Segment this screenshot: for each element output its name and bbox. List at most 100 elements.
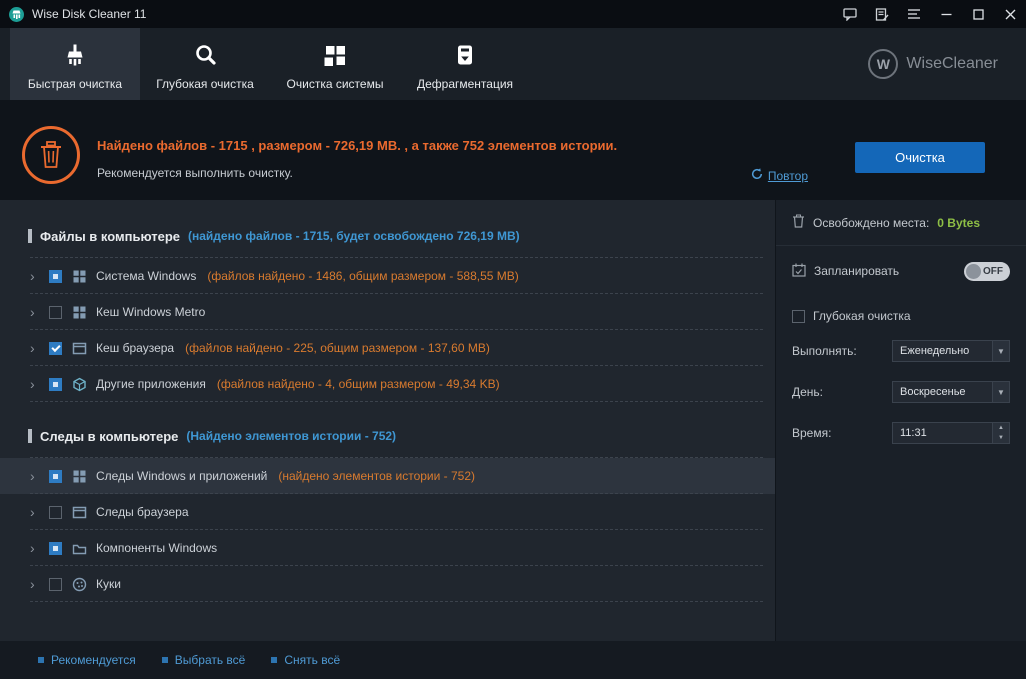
select-all-link[interactable]: Выбрать всё xyxy=(161,653,246,667)
windows-components-icon xyxy=(71,541,87,556)
row-checkbox[interactable] xyxy=(49,577,62,591)
toggle-state-label: OFF xyxy=(983,265,1003,277)
day-field: День: Воскресенье ▼ xyxy=(776,381,1026,403)
app-logo-icon xyxy=(8,6,25,23)
time-input[interactable]: 11:31 ▲ ▼ xyxy=(892,422,1010,444)
browser-cache-icon xyxy=(71,341,87,356)
tree-row[interactable]: › Система Windows (файлов найдено - 1486… xyxy=(0,258,775,294)
row-checkbox[interactable] xyxy=(49,377,62,391)
system-clean-icon xyxy=(321,39,349,71)
expand-chevron-icon[interactable]: › xyxy=(30,541,40,555)
expand-chevron-icon[interactable]: › xyxy=(30,305,40,319)
recommended-link[interactable]: Рекомендуется xyxy=(38,653,136,667)
trash-circle-icon xyxy=(22,126,80,184)
section-annotation: (Найдено элементов истории - 752) xyxy=(186,429,397,443)
checkup-icon[interactable] xyxy=(866,0,898,28)
tree-row[interactable]: › Кеш браузера (файлов найдено - 225, об… xyxy=(0,330,775,366)
brand-name: WiseCleaner xyxy=(906,55,998,72)
chevron-down-icon[interactable]: ▼ xyxy=(992,382,1009,402)
brand-circle-icon: W xyxy=(868,49,899,79)
row-label: Следы Windows и приложений xyxy=(96,469,268,483)
refresh-icon xyxy=(751,168,763,183)
tab-defrag[interactable]: Дефрагментация xyxy=(400,28,530,100)
row-checkbox[interactable] xyxy=(49,505,62,519)
tab-label: Глубокая очистка xyxy=(156,77,254,91)
section-annotation: (найдено файлов - 1715, будет освобожден… xyxy=(188,229,520,243)
clean-button[interactable]: Очистка xyxy=(855,142,985,173)
window-title: Wise Disk Cleaner 11 xyxy=(32,7,147,21)
row-annotation: (файлов найдено - 1486, общим размером -… xyxy=(207,269,519,283)
tree-row[interactable]: › Другие приложения (файлов найдено - 4,… xyxy=(0,366,775,402)
trash-small-icon xyxy=(792,214,805,231)
time-field: Время: 11:31 ▲ ▼ xyxy=(776,422,1026,444)
tree-section-header-files: Файлы в компьютере (найдено файлов - 171… xyxy=(0,214,775,258)
spinner-up-icon[interactable]: ▲ xyxy=(993,423,1009,433)
repeat-label: Повтор xyxy=(767,168,808,183)
footer-bar: Рекомендуется Выбрать всё Снять всё xyxy=(0,641,1026,679)
row-label: Следы браузера xyxy=(96,505,189,519)
tree-row[interactable]: › Следы браузера xyxy=(0,494,775,530)
main-nav: Быстрая очистка Глубокая очистка Очистка… xyxy=(0,28,1026,100)
spinner-down-icon[interactable]: ▼ xyxy=(993,433,1009,443)
schedule-icon xyxy=(792,263,806,280)
select-all-label: Выбрать всё xyxy=(174,653,246,667)
row-checkbox[interactable] xyxy=(49,269,62,283)
tree-row[interactable]: › Кеш Windows Metro xyxy=(0,294,775,330)
row-checkbox[interactable] xyxy=(49,341,62,355)
day-select[interactable]: Воскресенье ▼ xyxy=(892,381,1010,403)
feedback-icon[interactable] xyxy=(834,0,866,28)
tree-row[interactable]: › Следы Windows и приложений (найдено эл… xyxy=(0,458,775,494)
menu-icon[interactable] xyxy=(898,0,930,28)
cookies-icon xyxy=(71,577,87,592)
row-checkbox[interactable] xyxy=(49,541,62,555)
repeat-link[interactable]: Повтор xyxy=(751,168,808,183)
row-label: Куки xyxy=(96,577,121,591)
run-frequency-value: Еженедельно xyxy=(900,345,970,357)
tree-section-header-traces: Следы в компьютере (Найдено элементов ис… xyxy=(0,414,775,458)
row-checkbox[interactable] xyxy=(49,469,62,483)
minimize-button[interactable] xyxy=(930,0,962,28)
section-title: Следы в компьютере xyxy=(40,428,179,444)
expand-chevron-icon[interactable]: › xyxy=(30,577,40,591)
titlebar: Wise Disk Cleaner 11 xyxy=(0,0,1026,28)
row-annotation: (файлов найдено - 225, общим размером - … xyxy=(185,341,490,355)
chevron-down-icon[interactable]: ▼ xyxy=(992,341,1009,361)
quick-clean-icon xyxy=(61,39,89,71)
tree-row[interactable]: › Компоненты Windows xyxy=(0,530,775,566)
tab-label: Очистка системы xyxy=(286,77,384,91)
expand-chevron-icon[interactable]: › xyxy=(30,505,40,519)
section-marker xyxy=(28,429,32,443)
settings-sidebar: Освобождено места: 0 Bytes Запланировать… xyxy=(775,200,1026,641)
expand-chevron-icon[interactable]: › xyxy=(30,269,40,283)
deep-clean-label: Глубокая очистка xyxy=(813,309,911,323)
schedule-toggle[interactable]: OFF xyxy=(964,261,1010,281)
deselect-all-link[interactable]: Снять всё xyxy=(271,653,340,667)
tree-row[interactable]: › Куки xyxy=(0,566,775,602)
summary-subline: Рекомендуется выполнить очистку. xyxy=(97,166,293,180)
run-frequency-select[interactable]: Еженедельно ▼ xyxy=(892,340,1010,362)
row-label: Кеш браузера xyxy=(96,341,175,355)
row-checkbox[interactable] xyxy=(49,305,62,319)
row-label: Система Windows xyxy=(96,269,197,283)
deep-clean-icon xyxy=(191,39,219,71)
content: Файлы в компьютере (найдено файлов - 171… xyxy=(0,200,1026,641)
day-label: День: xyxy=(792,385,824,399)
expand-chevron-icon[interactable]: › xyxy=(30,377,40,391)
tab-deep-clean[interactable]: Глубокая очистка xyxy=(140,28,270,100)
deep-clean-checkbox[interactable] xyxy=(792,309,805,323)
app-window: Wise Disk Cleaner 11 Быстрая очистка Глу… xyxy=(0,0,1026,679)
freed-space-label: Освобождено места: xyxy=(813,215,930,230)
tab-system-clean[interactable]: Очистка системы xyxy=(270,28,400,100)
scan-summary: Найдено файлов - 1715 , размером - 726,1… xyxy=(0,100,1026,200)
section-title: Файлы в компьютере xyxy=(40,228,181,244)
tab-quick-clean[interactable]: Быстрая очистка xyxy=(10,28,140,100)
time-value: 11:31 xyxy=(900,427,927,439)
maximize-button[interactable] xyxy=(962,0,994,28)
expand-chevron-icon[interactable]: › xyxy=(30,469,40,483)
expand-chevron-icon[interactable]: › xyxy=(30,341,40,355)
close-button[interactable] xyxy=(994,0,1026,28)
summary-text: Найдено файлов - 1715 , размером - 726,1… xyxy=(97,138,617,180)
run-frequency-label: Выполнять: xyxy=(792,344,857,358)
cleanup-tree: Файлы в компьютере (найдено файлов - 171… xyxy=(0,200,775,641)
freed-space-row: Освобождено места: 0 Bytes xyxy=(776,200,1026,246)
